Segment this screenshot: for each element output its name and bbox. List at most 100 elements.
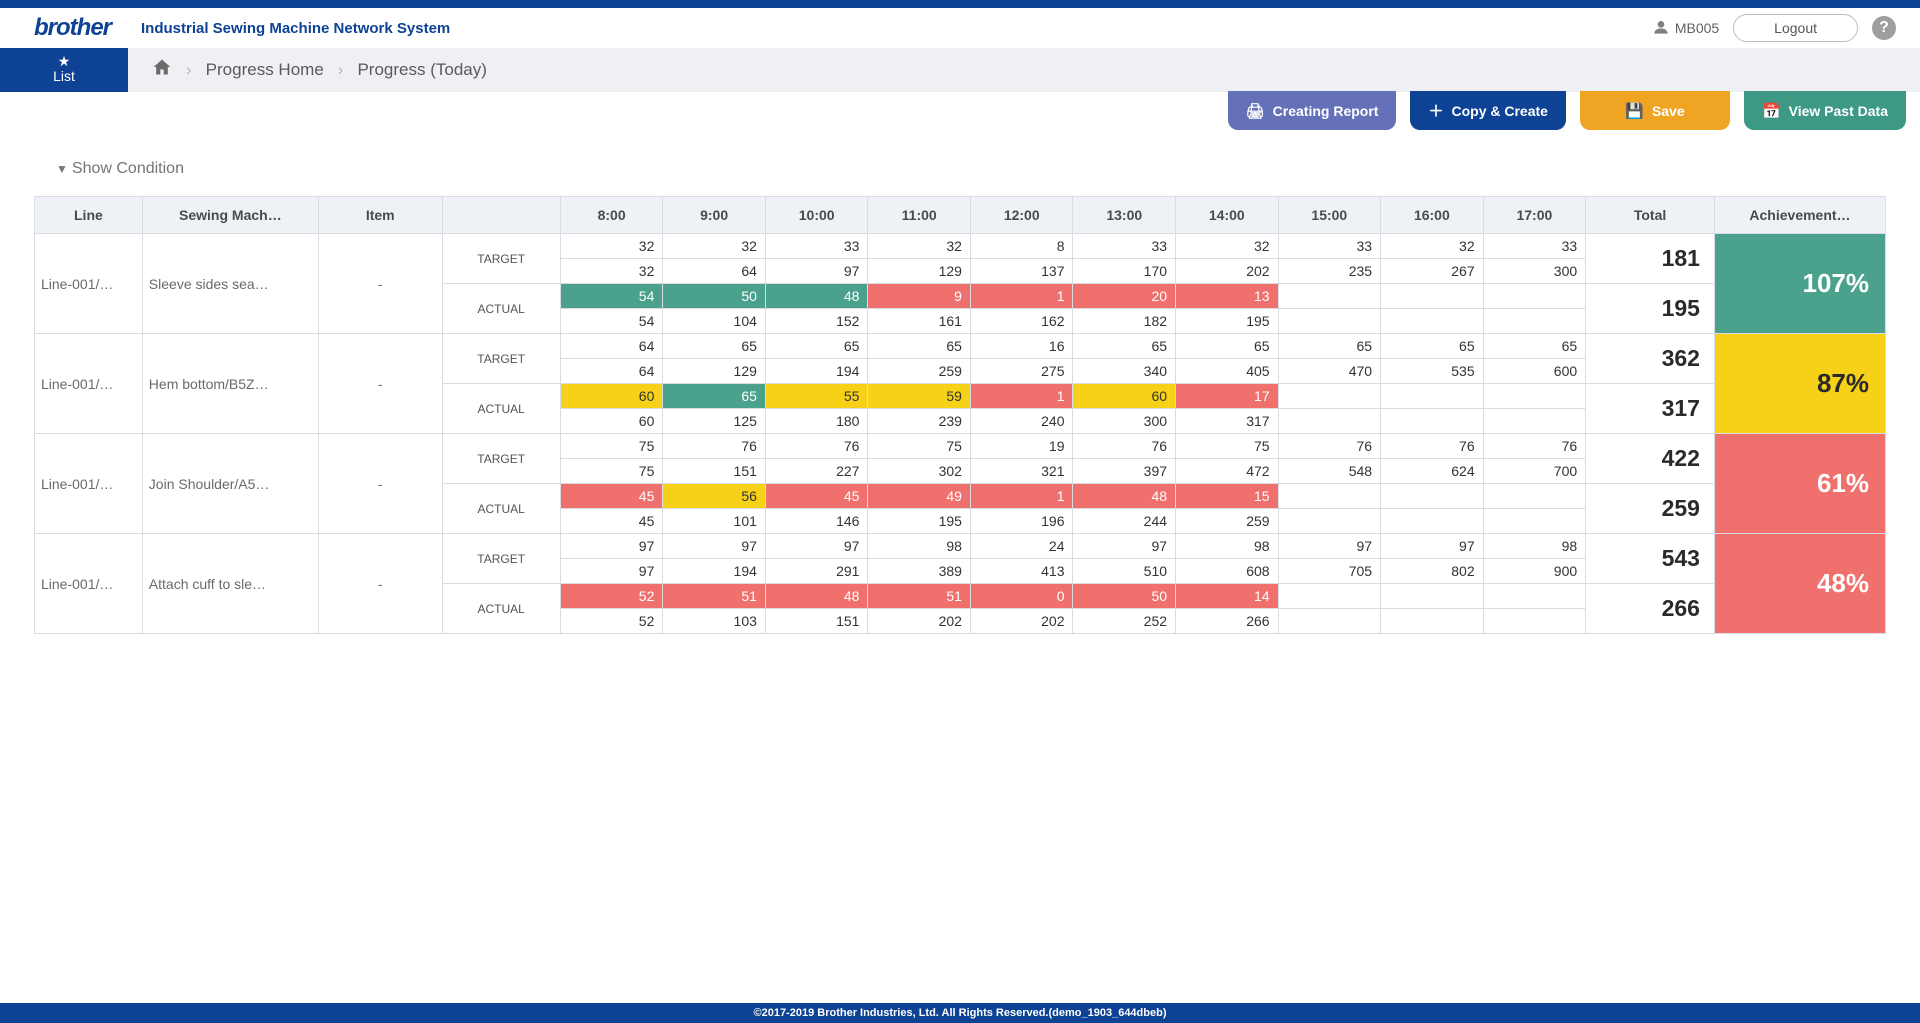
cell-value: 0 — [970, 584, 1073, 609]
cell-value: 103 — [663, 609, 766, 634]
cell-value — [1483, 309, 1586, 334]
user-id: MB005 — [1675, 20, 1719, 36]
logo: brother — [34, 14, 111, 42]
cell-total-target: 362 — [1586, 334, 1715, 384]
label-actual: ACTUAL — [442, 384, 560, 434]
cell-value: 60 — [560, 384, 663, 409]
cell-value: 180 — [765, 409, 868, 434]
cell-total-target: 422 — [1586, 434, 1715, 484]
table-head: LineSewing Mach…Item8:009:0010:0011:0012… — [35, 197, 1886, 234]
cell-value: 54 — [560, 309, 663, 334]
tab-list[interactable]: ★ List — [0, 48, 128, 92]
cell-value: 900 — [1483, 559, 1586, 584]
cell-item: - — [318, 434, 442, 534]
cell-value: 196 — [970, 509, 1073, 534]
cell-value: 65 — [663, 334, 766, 359]
th-hour-6: 14:00 — [1176, 197, 1279, 234]
cell-value: 1 — [970, 484, 1073, 509]
cell-value: 65 — [1176, 334, 1279, 359]
cell-value: 76 — [1278, 434, 1381, 459]
user-info[interactable]: MB005 — [1653, 19, 1719, 38]
cell-value: 125 — [663, 409, 766, 434]
cell-item: - — [318, 534, 442, 634]
table-row: Line-001/…Join Shoulder/A5…-TARGET757676… — [35, 434, 1886, 459]
cell-value: 129 — [663, 359, 766, 384]
cell-value: 129 — [868, 259, 971, 284]
cell-value: 33 — [1073, 234, 1176, 259]
cell-value: 60 — [1073, 384, 1176, 409]
save-button[interactable]: 💾 Save — [1580, 91, 1730, 130]
view-past-label: View Past Data — [1789, 103, 1888, 119]
th-achievement: Achievement… — [1714, 197, 1885, 234]
th-hour-9: 17:00 — [1483, 197, 1586, 234]
cell-value: 389 — [868, 559, 971, 584]
cell-value: 98 — [868, 534, 971, 559]
cell-value: 65 — [663, 384, 766, 409]
cell-value: 75 — [1176, 434, 1279, 459]
cell-value: 65 — [765, 334, 868, 359]
th-hour-8: 16:00 — [1381, 197, 1484, 234]
cell-value: 51 — [868, 584, 971, 609]
cell-value — [1278, 584, 1381, 609]
creating-report-button[interactable]: 🖨 Creating Report — [1228, 91, 1397, 130]
logout-button[interactable]: Logout — [1733, 14, 1858, 42]
cell-achievement: 48% — [1714, 534, 1885, 634]
cell-value — [1278, 609, 1381, 634]
cell-item: - — [318, 334, 442, 434]
cell-value: 59 — [868, 384, 971, 409]
cell-value: 317 — [1176, 409, 1279, 434]
cell-value: 170 — [1073, 259, 1176, 284]
cell-total-target: 181 — [1586, 234, 1715, 284]
condition-row: ▼ Show Condition — [0, 130, 1920, 196]
cell-value — [1483, 384, 1586, 409]
header-right: MB005 Logout ? — [1653, 14, 1896, 42]
cell-total-target: 543 — [1586, 534, 1715, 584]
breadcrumb-progress-today[interactable]: Progress (Today) — [357, 60, 486, 80]
cell-value: 65 — [1381, 334, 1484, 359]
cell-value: 195 — [868, 509, 971, 534]
user-icon — [1653, 19, 1669, 38]
cell-value: 54 — [560, 284, 663, 309]
cell-value: 52 — [560, 584, 663, 609]
table-body: Line-001/…Sleeve sides sea…-TARGET323233… — [35, 234, 1886, 634]
cell-value: 55 — [765, 384, 868, 409]
cell-value: 32 — [868, 234, 971, 259]
cell-line: Line-001/… — [35, 534, 143, 634]
cell-value: 64 — [560, 359, 663, 384]
home-icon[interactable] — [152, 57, 172, 83]
th-hour-3: 11:00 — [868, 197, 971, 234]
cell-value: 202 — [970, 609, 1073, 634]
copy-create-button[interactable]: ＋ Copy & Create — [1410, 91, 1565, 130]
label-target: TARGET — [442, 334, 560, 384]
cell-value: 76 — [663, 434, 766, 459]
cell-value: 75 — [560, 434, 663, 459]
cell-value: 76 — [765, 434, 868, 459]
plus-icon: ＋ — [1428, 100, 1443, 121]
cell-value: 33 — [1483, 234, 1586, 259]
cell-value — [1278, 309, 1381, 334]
show-condition-toggle[interactable]: ▼ Show Condition — [56, 160, 184, 178]
th-hour-0: 8:00 — [560, 197, 663, 234]
cell-value: 97 — [560, 534, 663, 559]
cell-value: 321 — [970, 459, 1073, 484]
help-icon[interactable]: ? — [1872, 16, 1896, 40]
cell-line: Line-001/… — [35, 434, 143, 534]
label-target: TARGET — [442, 534, 560, 584]
th-hour-5: 13:00 — [1073, 197, 1176, 234]
cell-item: - — [318, 234, 442, 334]
cell-value: 259 — [1176, 509, 1279, 534]
cell-value: 104 — [663, 309, 766, 334]
cell-value: 33 — [765, 234, 868, 259]
cell-achievement: 61% — [1714, 434, 1885, 534]
cell-value — [1278, 484, 1381, 509]
cell-value: 33 — [1278, 234, 1381, 259]
cell-total-actual: 259 — [1586, 484, 1715, 534]
cell-value: 300 — [1073, 409, 1176, 434]
save-label: Save — [1652, 103, 1685, 119]
cell-value: 65 — [868, 334, 971, 359]
cell-value: 20 — [1073, 284, 1176, 309]
view-past-data-button[interactable]: 📅 View Past Data — [1744, 91, 1906, 130]
cell-value: 137 — [970, 259, 1073, 284]
cell-value — [1381, 584, 1484, 609]
breadcrumb-progress-home[interactable]: Progress Home — [206, 60, 324, 80]
